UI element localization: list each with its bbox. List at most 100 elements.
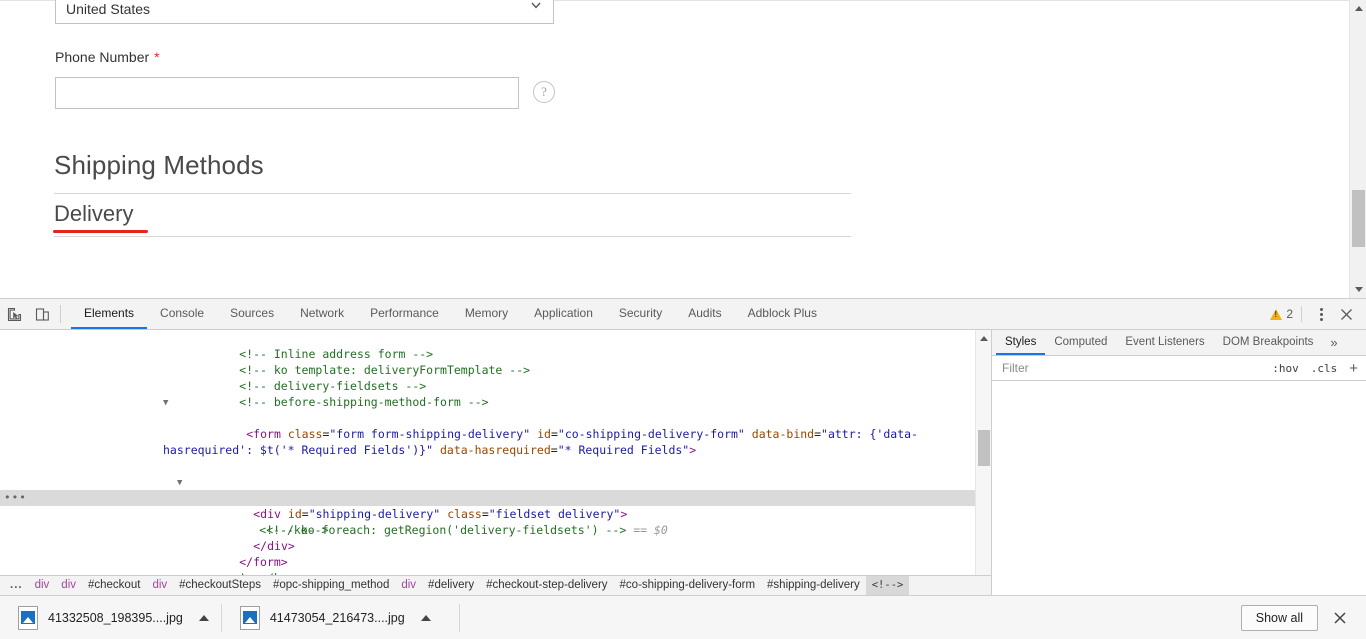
warning-indicator[interactable]: 2: [1270, 306, 1302, 322]
close-icon[interactable]: [1334, 303, 1358, 325]
dom-tree-scrollbar[interactable]: [975, 330, 991, 595]
shipping-methods-heading: Shipping Methods: [54, 150, 264, 180]
devtools-tab-bar: Elements Console Sources Network Perform…: [71, 299, 830, 329]
breadcrumb-item[interactable]: #opc-shipping_method: [267, 576, 395, 595]
breadcrumb-item[interactable]: div: [146, 576, 173, 595]
country-select[interactable]: United States: [55, 0, 554, 24]
breadcrumb-item[interactable]: div: [29, 576, 56, 595]
breadcrumb-ellipsis[interactable]: ...: [4, 576, 29, 595]
dom-scrollbar-thumb[interactable]: [978, 430, 990, 466]
page-scrollbar-thumb[interactable]: [1352, 190, 1365, 247]
device-toolbar-icon[interactable]: [28, 299, 56, 329]
annotation-underline-delivery: [53, 230, 148, 233]
image-file-icon: [18, 605, 38, 630]
styles-rules-content: [992, 381, 1366, 593]
show-all-button[interactable]: Show all: [1240, 604, 1318, 631]
dom-row[interactable]: <!-- before-shipping-method-form -->: [0, 378, 991, 409]
tab-memory[interactable]: Memory: [452, 299, 521, 329]
dom-tree: <!-- Inline address form --> <!-- ko tem…: [0, 330, 991, 595]
tab-security[interactable]: Security: [606, 299, 675, 329]
devtools-body: <!-- Inline address form --> <!-- ko tem…: [0, 330, 1366, 595]
scroll-down-arrow-icon[interactable]: [1350, 281, 1366, 298]
tab-application[interactable]: Application: [521, 299, 606, 329]
question-mark-icon[interactable]: ?: [533, 81, 555, 103]
breadcrumb-item[interactable]: #checkout: [82, 576, 146, 595]
chevron-right-more-icon[interactable]: »: [1322, 330, 1345, 355]
checkout-page-content: United States Phone Number * ? Shipping M…: [0, 0, 1349, 298]
expand-ellipsis-badge[interactable]: •••: [4, 490, 27, 506]
image-file-icon: [239, 605, 260, 630]
tab-adblock-plus[interactable]: Adblock Plus: [735, 299, 830, 329]
breadcrumb-item[interactable]: div: [55, 576, 82, 595]
toolbar-divider: [60, 305, 61, 323]
country-select-value: United States: [66, 1, 151, 17]
caret-up-icon[interactable]: [193, 607, 215, 629]
breadcrumb-item[interactable]: #co-shipping-delivery-form: [614, 576, 762, 595]
delivery-step-heading: Delivery: [54, 201, 134, 226]
chevron-down-icon: [529, 0, 543, 12]
tab-event-listeners[interactable]: Event Listeners: [1116, 330, 1213, 355]
tab-styles[interactable]: Styles: [996, 330, 1046, 355]
download-filename: 41332508_198395....jpg: [48, 610, 183, 625]
page-vertical-scrollbar[interactable]: [1349, 0, 1366, 298]
breadcrumb-item[interactable]: #delivery: [422, 576, 480, 595]
breadcrumb-item[interactable]: #checkoutSteps: [173, 576, 267, 595]
styles-filter-input[interactable]: [1000, 360, 1267, 376]
shipping-methods-divider-bottom: [54, 236, 851, 237]
tab-audits[interactable]: Audits: [675, 299, 734, 329]
inspect-element-icon[interactable]: [0, 299, 28, 329]
phone-number-label: Phone Number *: [55, 49, 160, 65]
download-item[interactable]: 41332508_198395....jpg: [0, 601, 221, 635]
dom-row[interactable]: <!-- delivery-fieldsets -->: [0, 362, 991, 393]
breadcrumb: ... div div #checkout div #checkoutSteps…: [0, 575, 991, 595]
warning-triangle-icon: [1270, 308, 1283, 320]
dom-row[interactable]: </div>: [0, 522, 991, 553]
expand-triangle-icon[interactable]: ▼: [177, 475, 182, 491]
devtools-toolbar: Elements Console Sources Network Perform…: [0, 299, 1366, 330]
dom-row[interactable]: </form>: [0, 538, 991, 569]
dom-row-selected-ko-foreach[interactable]: ••• <!-- ko foreach: getRegion('delivery…: [0, 490, 991, 537]
tab-dom-breakpoints[interactable]: DOM Breakpoints: [1214, 330, 1323, 355]
download-item[interactable]: 41473054_216473....jpg: [222, 601, 443, 635]
dom-row-div-shipping-delivery[interactable]: ▼ <div id="shipping-delivery" class="fie…: [0, 474, 991, 521]
breadcrumb-item[interactable]: div: [395, 576, 422, 595]
tab-computed[interactable]: Computed: [1045, 330, 1116, 355]
dom-tree-panel: <!-- Inline address form --> <!-- ko tem…: [0, 330, 992, 595]
scroll-up-arrow-icon[interactable]: [976, 330, 991, 346]
styles-panel: Styles Computed Event Listeners DOM Brea…: [992, 330, 1366, 595]
tab-sources[interactable]: Sources: [217, 299, 287, 329]
styles-filter-bar: :hov .cls +: [992, 356, 1366, 381]
breadcrumb-item-selected[interactable]: <!-->: [865, 576, 910, 595]
download-filename: 41473054_216473....jpg: [269, 610, 405, 625]
tab-elements[interactable]: Elements: [71, 299, 148, 329]
download-bar: 41332508_198395....jpg 41473054_216473..…: [0, 595, 1366, 639]
dom-row[interactable]: <!-- /ko -->: [0, 554, 991, 585]
dom-row[interactable]: <!-- Inline address form -->: [0, 330, 991, 361]
tab-network[interactable]: Network: [287, 299, 357, 329]
close-icon[interactable]: [1328, 606, 1352, 630]
scroll-up-arrow-icon[interactable]: [1350, 0, 1366, 17]
dom-row[interactable]: <!--/ko-->: [0, 506, 991, 537]
browser-page-viewport: United States Phone Number * ? Shipping M…: [0, 0, 1366, 298]
styles-tab-bar: Styles Computed Event Listeners DOM Brea…: [992, 330, 1366, 356]
warning-count: 2: [1286, 307, 1293, 321]
devtools-panel: Elements Console Sources Network Perform…: [0, 298, 1366, 595]
shipping-methods-divider-top: [54, 193, 851, 194]
breadcrumb-item[interactable]: #shipping-delivery: [761, 576, 866, 595]
tab-console[interactable]: Console: [147, 299, 217, 329]
tab-performance[interactable]: Performance: [357, 299, 452, 329]
cls-toggle-button[interactable]: .cls: [1305, 362, 1344, 375]
breadcrumb-item[interactable]: #checkout-step-delivery: [480, 576, 613, 595]
dom-row[interactable]: <!-- ko template: deliveryFormTemplate -…: [0, 346, 991, 377]
dom-row-form[interactable]: ▼ <form class="form form-shipping-delive…: [0, 394, 991, 474]
phone-number-label-text: Phone Number: [55, 49, 150, 65]
download-divider: [459, 604, 460, 632]
hov-toggle-button[interactable]: :hov: [1266, 362, 1305, 375]
more-options-icon[interactable]: [1310, 303, 1332, 325]
download-bar-right: Show all: [1240, 604, 1366, 631]
caret-up-icon[interactable]: [415, 607, 437, 629]
devtools-toolbar-right: 2: [1270, 299, 1366, 329]
new-style-rule-button[interactable]: +: [1343, 361, 1366, 376]
required-asterisk: *: [154, 49, 160, 65]
phone-number-input[interactable]: [55, 77, 519, 109]
